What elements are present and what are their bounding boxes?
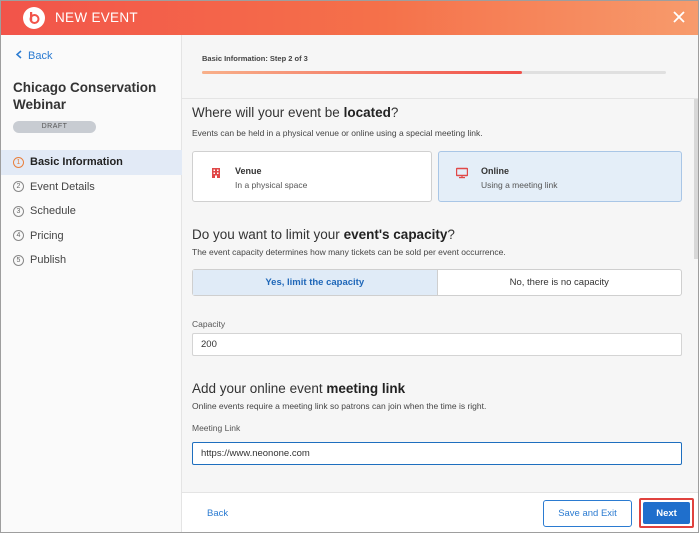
back-button[interactable]: Back xyxy=(207,508,228,519)
sidebar-back-label: Back xyxy=(28,50,53,62)
step-number: 4 xyxy=(13,230,24,242)
capacity-input[interactable]: 200 xyxy=(192,333,682,356)
app-logo-icon xyxy=(23,7,45,29)
meeting-link-input[interactable]: https://www.neonone.com xyxy=(192,442,682,465)
limit-capacity-yes-button[interactable]: Yes, limit the capacity xyxy=(193,270,438,295)
step-number: 3 xyxy=(13,205,24,217)
meeting-link-description: Online events require a meeting link so … xyxy=(192,401,487,411)
venue-option-title: Venue xyxy=(235,166,262,176)
save-and-exit-button[interactable]: Save and Exit xyxy=(543,500,632,527)
modal-footer: Back Save and Exit Next xyxy=(182,492,698,532)
online-option-subtitle: Using a meeting link xyxy=(481,180,558,190)
building-icon xyxy=(210,166,222,178)
sidebar: Back Chicago Conservation Webinar DRAFT … xyxy=(1,35,182,532)
progress-section: Basic Information: Step 2 of 3 xyxy=(182,35,698,99)
capacity-field-label: Capacity xyxy=(192,319,226,329)
progress-bar xyxy=(202,71,666,74)
capacity-description: The event capacity determines how many t… xyxy=(192,247,506,257)
scrollbar[interactable] xyxy=(694,99,698,259)
main-content: Basic Information: Step 2 of 3 Where wil… xyxy=(182,35,698,492)
meeting-link-heading: Add your online event meeting link xyxy=(192,381,406,396)
new-event-modal: NEW EVENT Back Chicago Conservation Webi… xyxy=(0,0,699,533)
monitor-icon xyxy=(455,166,469,179)
venue-option-card[interactable]: Venue In a physical space xyxy=(192,151,432,202)
location-heading: Where will your event be located? xyxy=(192,105,399,120)
step-label: Pricing xyxy=(30,229,64,242)
progress-bar-fill xyxy=(202,71,523,74)
progress-label: Basic Information: Step 2 of 3 xyxy=(202,54,308,63)
next-button-highlight: Next xyxy=(639,498,694,528)
step-list: 1 Basic Information 2 Event Details 3 Sc… xyxy=(1,150,182,273)
step-event-details[interactable]: 2 Event Details xyxy=(1,175,182,200)
step-label: Schedule xyxy=(30,205,76,218)
step-label: Publish xyxy=(30,254,67,267)
chevron-left-icon xyxy=(15,50,22,62)
step-label: Basic Information xyxy=(30,156,123,169)
step-number: 2 xyxy=(13,181,24,193)
venue-option-subtitle: In a physical space xyxy=(235,180,308,190)
online-option-title: Online xyxy=(481,166,510,176)
next-button[interactable]: Next xyxy=(643,502,690,524)
location-description: Events can be held in a physical venue o… xyxy=(192,128,483,138)
close-icon[interactable] xyxy=(670,8,688,26)
capacity-heading: Do you want to limit your event's capaci… xyxy=(192,227,455,242)
step-number: 1 xyxy=(13,156,24,168)
capacity-toggle: Yes, limit the capacity No, there is no … xyxy=(192,269,682,296)
sidebar-back-link[interactable]: Back xyxy=(15,50,52,62)
step-schedule[interactable]: 3 Schedule xyxy=(1,199,182,224)
modal-title: NEW EVENT xyxy=(55,10,138,25)
online-option-card[interactable]: Online Using a meeting link xyxy=(438,151,682,202)
event-name: Chicago Conservation Webinar xyxy=(13,80,157,112)
meeting-link-field-label: Meeting Link xyxy=(192,423,241,433)
step-pricing[interactable]: 4 Pricing xyxy=(1,224,182,249)
step-basic-information[interactable]: 1 Basic Information xyxy=(1,150,182,175)
step-number: 5 xyxy=(13,254,24,266)
limit-capacity-no-button[interactable]: No, there is no capacity xyxy=(438,270,682,295)
step-label: Event Details xyxy=(30,180,95,193)
modal-header: NEW EVENT xyxy=(1,1,698,35)
status-badge: DRAFT xyxy=(13,121,96,133)
step-publish[interactable]: 5 Publish xyxy=(1,248,182,273)
